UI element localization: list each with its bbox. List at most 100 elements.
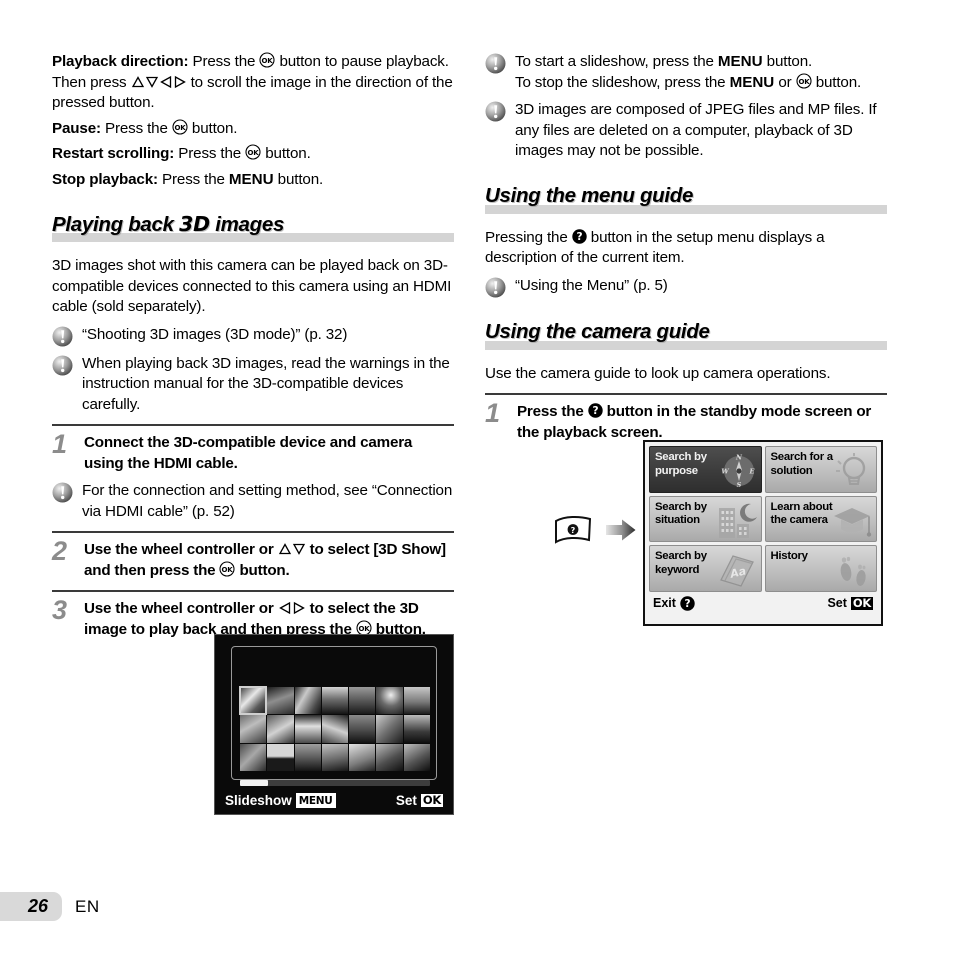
- slideshow-label: Slideshow: [225, 792, 292, 808]
- restart-label: Restart scrolling:: [52, 145, 175, 162]
- svg-text:OK: OK: [262, 57, 274, 65]
- menu-button-word: MENU: [729, 73, 775, 91]
- ok-button-icon: OK: [219, 560, 236, 577]
- manual-page: Playback direction: Press the OK button …: [0, 0, 954, 954]
- thumbnail-item[interactable]: [321, 743, 349, 771]
- svg-text:?: ?: [571, 526, 576, 535]
- svg-text:OK: OK: [798, 78, 810, 86]
- ok-button-icon: OK: [259, 52, 275, 68]
- left-column: Playback direction: Press the OK button …: [52, 52, 454, 640]
- note-text: When playing back 3D images, read the wa…: [82, 354, 450, 413]
- note-line2-c: button.: [811, 73, 862, 91]
- tile-search-for-a-solution[interactable]: Search for a solution: [764, 446, 877, 493]
- compass-s: S: [736, 481, 741, 489]
- pause-paragraph: Pause: Press the OK button.: [52, 118, 454, 140]
- tile-label: Search by purpose: [655, 451, 707, 477]
- thumbnail-item[interactable]: [240, 743, 267, 771]
- screen-status-bar: Slideshow MENU Set OK: [215, 786, 453, 814]
- camera-guide-step-1: 1 Press the ? button in the standby mode…: [485, 400, 887, 443]
- thumbnail-item[interactable]: [349, 715, 376, 743]
- thumbnail-item[interactable]: [403, 743, 430, 771]
- tile-search-by-situation[interactable]: Search by situation: [649, 495, 762, 543]
- tile-search-by-keyword[interactable]: Search by keyword Aa: [649, 545, 762, 592]
- right-column: To start a slideshow, press the MENU but…: [485, 52, 887, 443]
- tile-search-by-purpose[interactable]: Search by purpose N E S W: [649, 446, 762, 493]
- thumbnail-item[interactable]: [294, 715, 321, 743]
- note-text: For the connection and setting method, s…: [82, 482, 453, 520]
- step-2: 2 Use the wheel controller or to select …: [52, 538, 454, 581]
- ok-button-icon: OK: [245, 144, 261, 160]
- svg-text:?: ?: [576, 231, 582, 243]
- ok-tag: OK: [420, 792, 443, 807]
- step-1: 1 Connect the 3D-compatible device and c…: [52, 431, 454, 474]
- language-code: EN: [75, 896, 100, 916]
- help-button-icon: ?: [680, 595, 695, 611]
- note-line2-b: or: [774, 73, 796, 91]
- down-triangle-icon: [145, 76, 158, 88]
- thumbnail-item[interactable]: [267, 743, 294, 771]
- thumbnail-item[interactable]: [321, 687, 349, 715]
- exclamation-icon: [52, 326, 73, 347]
- help-button-illustration-icon: ?: [555, 515, 592, 544]
- note-text: “Shooting 3D images (3D mode)” (p. 32): [82, 325, 348, 343]
- note-line1-a: To start a slideshow, press the: [515, 53, 718, 70]
- stop-text-a: Press the: [157, 170, 229, 188]
- step-text: Connect the 3D-compatible device and cam…: [84, 434, 413, 472]
- thumbnail-item[interactable]: [376, 715, 403, 743]
- step-1-note: For the connection and setting method, s…: [52, 481, 454, 522]
- compass-e: E: [748, 467, 755, 475]
- page-footer: 26 EN: [0, 892, 100, 921]
- step-divider: [52, 590, 454, 592]
- svg-text:OK: OK: [358, 625, 370, 633]
- thumbnail-item[interactable]: [403, 715, 430, 743]
- tile-learn-about-the-camera[interactable]: Learn about the camera: [764, 495, 877, 543]
- up-triangle-icon: [131, 75, 144, 87]
- section-heading-menu-guide: Using the menu guide: [485, 184, 887, 214]
- heading-part3: images: [209, 213, 285, 236]
- thumbnail-item[interactable]: [321, 715, 349, 743]
- thumbnail-item[interactable]: [240, 715, 267, 743]
- thumbnail-item[interactable]: [349, 743, 376, 771]
- thumbnail-item[interactable]: [349, 687, 376, 715]
- camera-guide-illustration: ? Search by purpose N E S W Search for a…: [553, 440, 883, 630]
- exclamation-icon: [485, 53, 506, 74]
- step-text-a: Use the wheel controller or: [84, 600, 278, 617]
- playback-direction-text-a: Press the: [188, 53, 260, 70]
- thumbnail-item[interactable]: [376, 743, 403, 771]
- heading-3d: 3D: [179, 212, 210, 236]
- footprints-icon: [840, 556, 866, 586]
- note-slideshow-start-stop: To start a slideshow, press the MENU but…: [485, 52, 887, 93]
- thumbnail-item[interactable]: [238, 685, 268, 716]
- playback-direction-label: Playback direction:: [52, 53, 189, 70]
- tile-label: History: [770, 550, 808, 563]
- tile-history[interactable]: History: [764, 545, 877, 592]
- menu-tag: MENU: [295, 792, 336, 808]
- step-number: 3: [52, 595, 68, 625]
- heading-part1: Playing back: [52, 213, 180, 236]
- step-text: Use the wheel controller or to select [3…: [84, 538, 454, 581]
- thumbnail-item[interactable]: [403, 687, 430, 715]
- stop-text-b: button.: [273, 170, 324, 188]
- thumbnail-item[interactable]: [294, 743, 321, 771]
- pause-label: Pause:: [52, 119, 101, 137]
- page-number: 26: [0, 892, 63, 921]
- exclamation-icon: [52, 355, 73, 376]
- 3d-body-paragraph: 3D images shot with this camera can be p…: [52, 257, 452, 315]
- section-heading-camera-guide: Using the camera guide: [485, 320, 887, 350]
- restart-text-a: Press the: [174, 145, 246, 162]
- thumbnail-item[interactable]: [376, 687, 403, 715]
- playback-direction-paragraph: Playback direction: Press the OK button …: [52, 52, 454, 114]
- help-button-icon: ?: [572, 228, 587, 244]
- thumbnail-item[interactable]: [267, 687, 294, 715]
- tile-label: Search for a solution: [770, 451, 834, 477]
- set-label: Set: [395, 792, 417, 808]
- set-label: Set: [827, 596, 847, 610]
- step-divider: [52, 531, 454, 533]
- note-text: To start a slideshow, press the MENU but…: [515, 52, 861, 93]
- thumbnail-item[interactable]: [267, 715, 294, 743]
- up-triangle-icon: [278, 543, 291, 555]
- exclamation-icon: [52, 482, 73, 503]
- thumbnail-item[interactable]: [294, 687, 321, 715]
- camera-guide-paragraph: Use the camera guide to look up camera o…: [485, 364, 831, 382]
- note-jpeg-mp-files: 3D images are composed of JPEG files and…: [485, 100, 887, 162]
